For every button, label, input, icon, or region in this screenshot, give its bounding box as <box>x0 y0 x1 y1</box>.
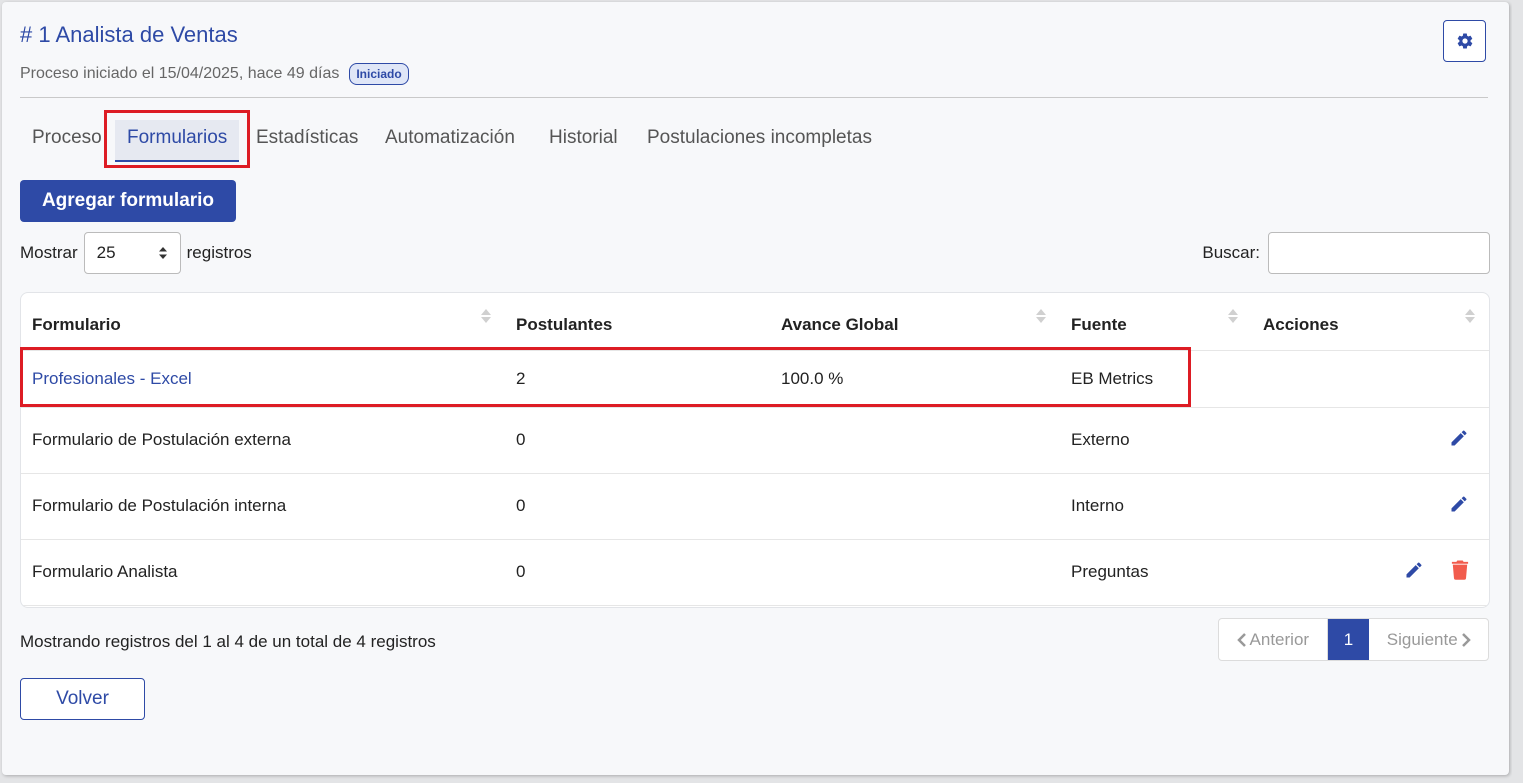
search-label: Buscar: <box>1202 243 1260 262</box>
add-form-button[interactable]: Agregar formulario <box>20 180 236 222</box>
column-label: Acciones <box>1263 315 1339 335</box>
sort-icon <box>1465 309 1475 323</box>
page-length-control: Mostrar 25 registros <box>20 232 252 274</box>
table-row: Formulario Analista 0 Preguntas <box>21 539 1489 606</box>
table-header-row: Formulario Postulantes Avance Global Fue… <box>21 293 1489 351</box>
actions-cell <box>1252 407 1489 474</box>
form-name-cell: Formulario Analista <box>21 539 505 606</box>
avance-cell <box>770 407 1060 474</box>
pagination: Anterior 1 Siguiente <box>1218 618 1489 661</box>
postulantes-cell: 0 <box>505 473 770 540</box>
column-header-fuente[interactable]: Fuente <box>1060 293 1252 351</box>
search-input[interactable] <box>1268 232 1490 274</box>
settings-button[interactable] <box>1443 20 1486 62</box>
tab-automatizacion[interactable]: Automatización <box>385 120 515 162</box>
page-length-value: 25 <box>96 243 116 262</box>
chevron-left-icon <box>1236 632 1246 647</box>
table-row: Formulario de Postulación interna 0 Inte… <box>21 473 1489 540</box>
pagination-page-1[interactable]: 1 <box>1327 619 1370 660</box>
pagination-previous[interactable]: Anterior <box>1219 619 1328 660</box>
column-header-acciones[interactable]: Acciones <box>1252 293 1489 351</box>
forms-table: Formulario Postulantes Avance Global Fue… <box>20 292 1490 608</box>
gear-icon <box>1457 33 1472 49</box>
table-info: Mostrando registros del 1 al 4 de un tot… <box>20 632 436 651</box>
column-label: Postulantes <box>516 315 613 335</box>
pencil-icon[interactable] <box>1404 560 1424 585</box>
tab-historial[interactable]: Historial <box>549 120 618 162</box>
avance-cell <box>770 473 1060 540</box>
fuente-cell: Preguntas <box>1060 539 1252 606</box>
chevron-right-icon <box>1461 632 1471 647</box>
fuente-cell: Externo <box>1060 407 1252 474</box>
postulantes-cell: 0 <box>505 539 770 606</box>
status-badge: Iniciado <box>349 63 409 85</box>
sort-icon <box>1036 309 1046 323</box>
sort-icon <box>481 309 491 323</box>
pencil-icon[interactable] <box>1449 428 1469 453</box>
header-divider <box>20 97 1488 98</box>
process-start-text: Proceso iniciado el 15/04/2025, hace 49 … <box>20 65 340 82</box>
page-length-select[interactable]: 25 <box>83 232 181 274</box>
pencil-icon[interactable] <box>1449 494 1469 519</box>
show-prefix-label: Mostrar <box>20 243 78 262</box>
table-row: Formulario de Postulación externa 0 Exte… <box>21 407 1489 474</box>
column-header-formulario[interactable]: Formulario <box>21 293 505 351</box>
form-name-cell: Formulario de Postulación externa <box>21 407 505 474</box>
sort-arrows-icon <box>158 247 167 259</box>
avance-cell <box>770 539 1060 606</box>
highlight-box-row <box>20 347 1191 407</box>
scrollbar[interactable] <box>1512 0 1523 783</box>
process-subtitle: Proceso iniciado el 15/04/2025, hace 49 … <box>20 63 409 85</box>
tab-postulaciones-incompletas[interactable]: Postulaciones incompletas <box>647 120 872 162</box>
highlight-box-tab <box>104 110 250 168</box>
page-title: # 1 Analista de Ventas <box>20 22 238 47</box>
next-label: Siguiente <box>1386 629 1458 649</box>
tab-estadisticas[interactable]: Estadísticas <box>256 120 358 162</box>
postulantes-cell: 0 <box>505 407 770 474</box>
pagination-next[interactable]: Siguiente <box>1369 619 1488 660</box>
form-name-cell: Formulario de Postulación interna <box>21 473 505 540</box>
sort-icon <box>1228 309 1238 323</box>
actions-cell <box>1252 539 1489 606</box>
column-label: Formulario <box>32 315 121 335</box>
search-control: Buscar: <box>1202 232 1490 274</box>
column-header-postulantes: Postulantes <box>505 293 770 351</box>
back-button[interactable]: Volver <box>20 678 145 720</box>
show-suffix-label: registros <box>186 243 252 262</box>
trash-icon[interactable] <box>1451 560 1469 585</box>
fuente-cell: Interno <box>1060 473 1252 540</box>
previous-label: Anterior <box>1249 629 1310 649</box>
actions-cell <box>1252 473 1489 540</box>
actions-cell <box>1252 350 1489 408</box>
column-header-avance[interactable]: Avance Global <box>770 293 1060 351</box>
tab-proceso[interactable]: Proceso <box>32 120 102 162</box>
column-label: Avance Global <box>781 315 899 335</box>
column-label: Fuente <box>1071 315 1127 335</box>
